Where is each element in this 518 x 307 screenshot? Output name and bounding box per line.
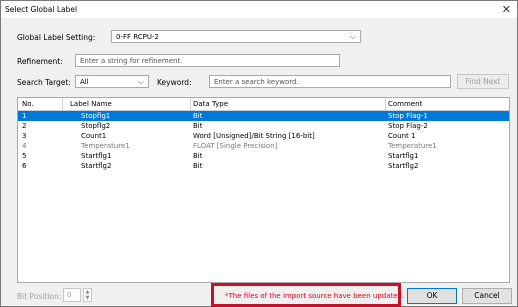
title-bar: Select Global Label ✕ — [1, 1, 517, 18]
table-row[interactable]: 2 Stopflg2 Bit Stop Flag-2 — [18, 121, 509, 131]
keyword-placeholder: Enter a search keyword. — [214, 78, 299, 86]
global-label-setting-dropdown[interactable]: 0-FF RCPU-2 ⌵ — [111, 30, 361, 43]
cell-label-name: Temperature1 — [81, 142, 130, 150]
cell-label-name: Stopflg2 — [81, 122, 111, 130]
find-next-button[interactable]: Find Next — [457, 74, 509, 89]
select-global-label-dialog: Select Global Label ✕ Global Label Setti… — [0, 0, 518, 307]
ok-button[interactable]: OK — [407, 288, 457, 304]
search-target-label: Search Target: — [17, 78, 71, 87]
search-target-value: All — [80, 78, 89, 86]
cell-data-type: Word [Unsigned]/Bit String [16-bit] — [193, 132, 315, 140]
cell-comment: Stop Flag-2 — [388, 122, 428, 130]
chevron-down-icon: ⌵ — [137, 77, 144, 86]
table-row[interactable]: 4 Temperature1 FLOAT [Single Precision] … — [18, 141, 509, 151]
cell-data-type: Bit — [193, 152, 203, 160]
refinement-label: Refinement: — [17, 57, 63, 66]
cell-data-type: Bit — [193, 162, 203, 170]
cell-label-name: Count1 — [81, 132, 107, 140]
bit-position-value: 0 — [67, 291, 72, 299]
cell-label-name: Startflg1 — [81, 152, 112, 160]
global-label-setting-value: 0-FF RCPU-2 — [116, 33, 159, 41]
cell-data-type: FLOAT [Single Precision] — [193, 142, 278, 150]
global-label-setting-label: Global Label Setting: — [17, 33, 96, 42]
cell-comment: Temperature1 — [388, 142, 437, 150]
table-row[interactable]: 3 Count1 Word [Unsigned]/Bit String [16-… — [18, 131, 509, 141]
chevron-down-icon: ⌵ — [349, 32, 356, 41]
cell-data-type: Bit — [193, 122, 203, 130]
column-header-label-name[interactable]: Label Name — [70, 100, 112, 108]
label-table: No. Label Name Data Type Comment 1 Stopf… — [17, 97, 510, 283]
table-row[interactable]: 6 Startflg2 Bit Startflg2 — [18, 161, 509, 171]
search-target-dropdown[interactable]: All ⌵ — [75, 75, 149, 88]
cell-comment: Startflg1 — [388, 152, 419, 160]
status-message: *The files of the import source have bee… — [225, 292, 405, 300]
cancel-button[interactable]: Cancel — [462, 288, 512, 304]
bit-position-label: Bit Position: — [17, 292, 62, 301]
column-header-no[interactable]: No. — [22, 100, 34, 108]
table-row[interactable]: 1 Stopflg1 Bit Stop Flag-1 — [18, 111, 509, 121]
table-header: No. Label Name Data Type Comment — [18, 98, 509, 111]
bit-position-input[interactable]: 0 — [63, 288, 81, 302]
cell-comment: Count 1 — [388, 132, 416, 140]
table-row[interactable]: 5 Startflg1 Bit Startflg1 — [18, 151, 509, 161]
column-header-data-type[interactable]: Data Type — [193, 100, 228, 108]
column-header-comment[interactable]: Comment — [388, 100, 422, 108]
spin-arrows-icon[interactable]: ▲ ▼ — [83, 288, 92, 302]
cell-label-name: Stopflg1 — [81, 112, 111, 120]
keyword-input[interactable]: Enter a search keyword. — [209, 75, 451, 88]
cell-label-name: Startflg2 — [81, 162, 112, 170]
cell-comment: Startflg2 — [388, 162, 419, 170]
cell-no: 3 — [22, 132, 27, 140]
close-icon[interactable]: ✕ — [502, 3, 511, 16]
cell-no: 6 — [22, 162, 27, 170]
cell-no: 4 — [22, 142, 27, 150]
refinement-placeholder: Enter a string for refinement. — [80, 57, 183, 65]
keyword-label: Keyword: — [157, 78, 192, 87]
cell-data-type: Bit — [193, 112, 203, 120]
refinement-input[interactable]: Enter a string for refinement. — [75, 54, 340, 67]
dialog-title: Select Global Label — [5, 5, 78, 14]
cell-no: 1 — [22, 112, 27, 120]
cell-no: 2 — [22, 122, 27, 130]
cell-comment: Stop Flag-1 — [388, 112, 428, 120]
cell-no: 5 — [22, 152, 27, 160]
